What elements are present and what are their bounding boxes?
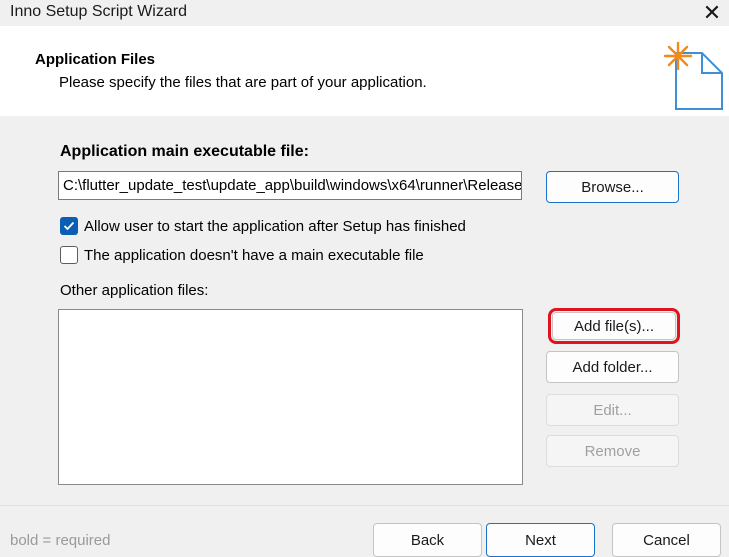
other-files-label: Other application files:	[60, 282, 209, 299]
page-header: Application Files Please specify the fil…	[0, 26, 729, 116]
main-exe-label: Application main executable file:	[60, 143, 309, 160]
page-title: Application Files	[35, 51, 156, 68]
back-button[interactable]: Back	[373, 523, 482, 557]
page-subtitle: Please specify the files that are part o…	[59, 74, 427, 91]
next-button[interactable]: Next	[486, 523, 595, 557]
remove-button[interactable]: Remove	[546, 435, 679, 467]
add-files-button[interactable]: Add file(s)...	[548, 308, 680, 344]
no-main-exe-label: The application doesn't have a main exec…	[84, 246, 424, 264]
no-main-exe-option[interactable]: The application doesn't have a main exec…	[60, 246, 424, 264]
allow-start-checkbox[interactable]	[60, 217, 78, 235]
window-title: Inno Setup Script Wizard	[10, 3, 187, 20]
add-folder-button[interactable]: Add folder...	[546, 351, 679, 383]
edit-button[interactable]: Edit...	[546, 394, 679, 426]
title-bar: Inno Setup Script Wizard ✕	[0, 0, 729, 26]
no-main-exe-checkbox[interactable]	[60, 246, 78, 264]
browse-button[interactable]: Browse...	[546, 171, 679, 203]
main-exe-field[interactable]: C:\flutter_update_test\update_app\build\…	[58, 171, 522, 200]
wizard-document-star-icon	[663, 41, 723, 110]
checkmark-icon	[63, 221, 75, 231]
required-note: bold = required	[10, 532, 111, 549]
footer-divider	[0, 505, 729, 506]
other-files-list[interactable]	[58, 309, 523, 485]
close-icon[interactable]: ✕	[695, 0, 729, 26]
allow-start-option[interactable]: Allow user to start the application afte…	[60, 217, 466, 235]
wizard-window: Inno Setup Script Wizard ✕ Application F…	[0, 0, 729, 557]
cancel-button[interactable]: Cancel	[612, 523, 721, 557]
allow-start-label: Allow user to start the application afte…	[84, 217, 466, 235]
